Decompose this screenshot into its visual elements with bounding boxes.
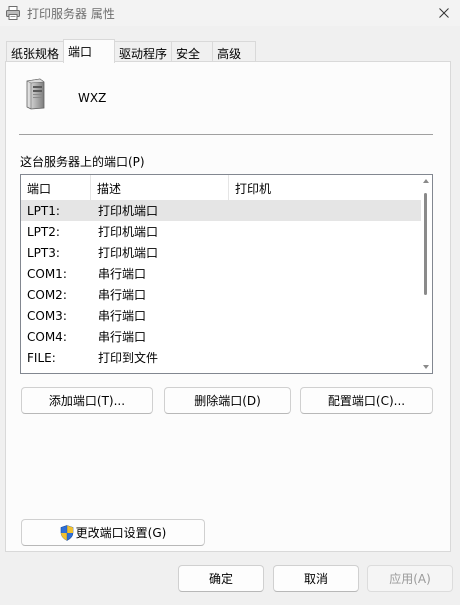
- table-row[interactable]: COM2: 串行端口: [21, 284, 421, 305]
- scroll-up-arrow-icon[interactable]: [423, 179, 429, 183]
- apply-button[interactable]: 应用(A): [367, 565, 453, 592]
- ports-list-body: LPT1: 打印机端口 LPT2: 打印机端口 LPT3: 打印机端口 COM1: 串行端口 C…: [21, 200, 421, 368]
- port-name-cell: COM4:: [27, 329, 67, 344]
- table-row[interactable]: LPT1: 打印机端口: [21, 200, 421, 221]
- configure-port-button[interactable]: 配置端口(C)...: [300, 387, 433, 414]
- printer-icon: [6, 6, 20, 20]
- separator: [19, 134, 433, 135]
- port-name-cell: FILE:: [27, 350, 56, 365]
- change-port-settings-label: 更改端口设置(G): [75, 526, 167, 540]
- delete-port-button[interactable]: 删除端口(D): [164, 387, 291, 414]
- port-description-cell: 打印机端口: [98, 246, 159, 260]
- window-title: 打印服务器 属性: [27, 7, 115, 21]
- title-bar: 打印服务器 属性: [0, 0, 460, 26]
- column-header-port[interactable]: 端口: [21, 175, 91, 200]
- server-name: WXZ: [78, 91, 107, 105]
- port-name-cell: LPT1:: [27, 203, 60, 218]
- table-row[interactable]: LPT3: 打印机端口: [21, 242, 421, 263]
- table-row[interactable]: COM3: 串行端口: [21, 305, 421, 326]
- table-row[interactable]: COM4: 串行端口: [21, 326, 421, 347]
- port-description-cell: 打印机端口: [98, 225, 159, 239]
- ports-list-label: 这台服务器上的端口(P): [20, 155, 145, 169]
- port-description-cell: 串行端口: [98, 267, 147, 281]
- port-description-cell: 串行端口: [98, 288, 147, 302]
- port-description-cell: 打印机端口: [98, 204, 159, 218]
- scroll-down-arrow-icon[interactable]: [423, 365, 429, 369]
- port-name-cell: LPT3:: [27, 245, 60, 260]
- tab-paper-sizes[interactable]: 纸张规格: [6, 41, 65, 61]
- server-tower-icon: [26, 78, 45, 110]
- port-description-cell: 串行端口: [98, 330, 147, 344]
- table-row[interactable]: COM1: 串行端口: [21, 263, 421, 284]
- tab-strip: 纸张规格 端口 驱动程序 安全 高级: [6, 39, 257, 63]
- tab-security[interactable]: 安全: [171, 41, 214, 61]
- cancel-button[interactable]: 取消: [273, 565, 359, 592]
- port-description-cell: 打印到文件: [98, 351, 159, 365]
- column-header-printer[interactable]: 打印机: [229, 175, 421, 200]
- tab-advanced[interactable]: 高级: [212, 41, 257, 61]
- ports-list-header: 端口 描述 打印机: [21, 175, 421, 200]
- ok-button[interactable]: 确定: [178, 565, 264, 592]
- close-icon: [439, 8, 449, 18]
- tab-ports[interactable]: 端口: [63, 39, 116, 63]
- tab-drivers[interactable]: 驱动程序: [114, 41, 173, 61]
- column-header-description[interactable]: 描述: [91, 175, 229, 200]
- scroll-thumb[interactable]: [424, 193, 427, 295]
- table-row[interactable]: FILE: 打印到文件: [21, 347, 421, 368]
- ports-list-scrollbar[interactable]: [421, 175, 432, 373]
- add-port-button[interactable]: 添加端口(T)...: [21, 387, 153, 414]
- table-row[interactable]: LPT2: 打印机端口: [21, 221, 421, 242]
- port-name-cell: LPT2:: [27, 224, 60, 239]
- change-port-settings-button[interactable]: 更改端口设置(G): [21, 519, 205, 546]
- uac-shield-icon: [60, 524, 73, 541]
- port-description-cell: 串行端口: [98, 309, 147, 323]
- port-name-cell: COM3:: [27, 308, 67, 323]
- port-name-cell: COM2:: [27, 287, 67, 302]
- close-button[interactable]: [428, 0, 460, 26]
- port-name-cell: COM1:: [27, 266, 67, 281]
- ports-list[interactable]: 端口 描述 打印机 LPT1: 打印机端口 LPT2: 打印机端口 LPT3: 打印机端口…: [20, 174, 433, 374]
